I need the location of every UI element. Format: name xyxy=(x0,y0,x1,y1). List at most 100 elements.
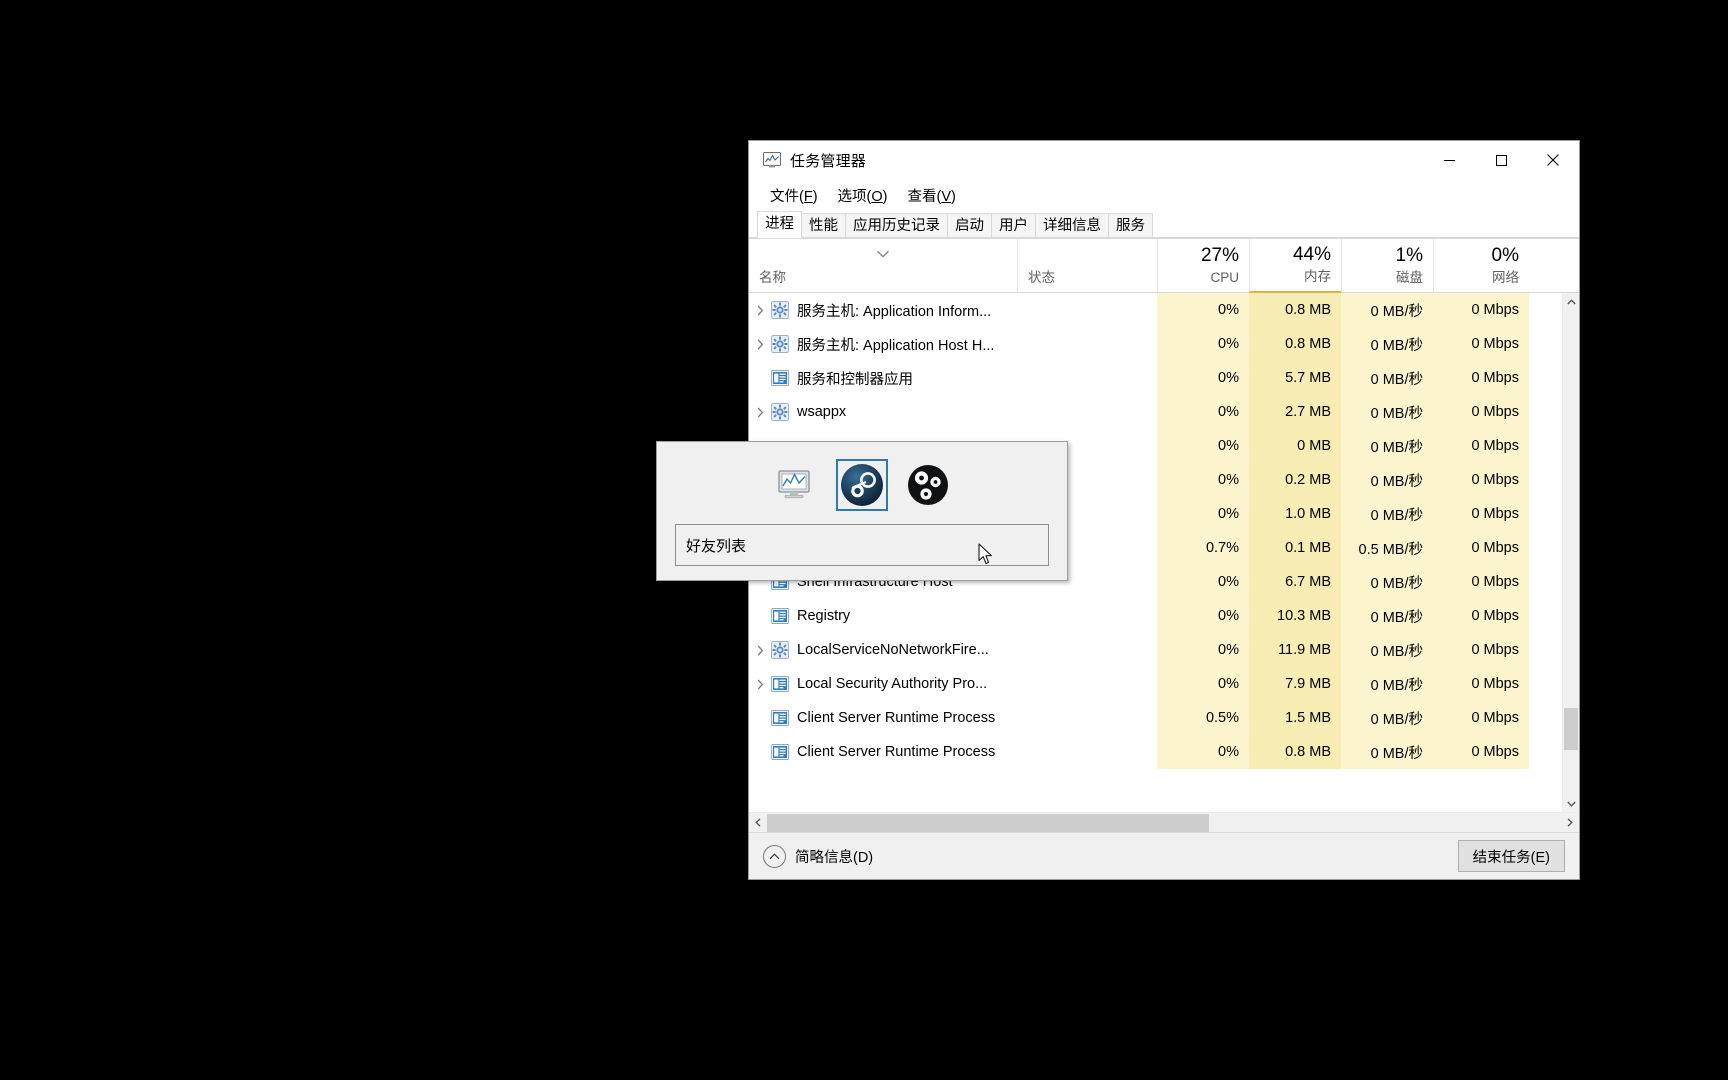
tab-3[interactable]: 启动 xyxy=(947,213,992,238)
cell-net: 0 Mbps xyxy=(1433,361,1529,395)
column-label-disk: 磁盘 xyxy=(1396,270,1423,285)
cell-name: LocalServiceNoNetworkFire... xyxy=(749,633,1017,667)
cell-mem: 0.8 MB xyxy=(1249,735,1341,769)
column-header-net[interactable]: 0% 网络 xyxy=(1433,239,1529,292)
menu-file[interactable]: 文件(F) xyxy=(761,182,827,209)
cell-cpu: 0% xyxy=(1157,429,1249,463)
expand-chevron-icon[interactable] xyxy=(749,305,771,316)
table-row[interactable]: 服务和控制器应用 0% 5.7 MB 0 MB/秒 0 Mbps xyxy=(749,361,1562,395)
scroll-left-button[interactable] xyxy=(749,813,767,833)
column-label-status: 状态 xyxy=(1028,270,1055,285)
window-icon xyxy=(771,675,789,693)
tab-5[interactable]: 详细信息 xyxy=(1035,213,1109,238)
process-net-value: 0 Mbps xyxy=(1471,642,1519,658)
menu-view[interactable]: 查看(V) xyxy=(899,182,965,209)
column-header-status[interactable]: 状态 xyxy=(1017,239,1157,292)
close-button[interactable] xyxy=(1527,141,1579,179)
title-bar[interactable]: 任务管理器 xyxy=(749,141,1579,179)
column-header-mem[interactable]: 44% 内存 xyxy=(1249,239,1341,293)
process-mem-value: 1.5 MB xyxy=(1285,710,1331,726)
table-row[interactable]: Client Server Runtime Process 0% 0.8 MB 0 M… xyxy=(749,735,1562,769)
cell-mem: 0 MB xyxy=(1249,429,1341,463)
cell-net: 0 Mbps xyxy=(1433,599,1529,633)
cell-net: 0 Mbps xyxy=(1433,633,1529,667)
expand-chevron-icon[interactable] xyxy=(749,645,771,656)
tab-2[interactable]: 应用历史记录 xyxy=(845,213,948,238)
cell-name: 服务和控制器应用 xyxy=(749,361,1017,395)
process-mem-value: 2.7 MB xyxy=(1285,404,1331,420)
process-name: 服务主机: Application Host H... xyxy=(797,337,995,354)
expand-chevron-icon[interactable] xyxy=(749,339,771,350)
horizontal-scrollbar-thumb[interactable] xyxy=(767,813,1209,832)
cell-cpu: 0% xyxy=(1157,327,1249,361)
cell-mem: 0.8 MB xyxy=(1249,293,1341,327)
cell-name: Registry xyxy=(749,599,1017,633)
cell-disk: 0 MB/秒 xyxy=(1341,327,1433,361)
process-name: Client Server Runtime Process xyxy=(797,744,996,760)
table-row[interactable]: 服务主机: Application Inform... 0% 0.8 MB 0 MB/… xyxy=(749,293,1562,327)
cell-net: 0 Mbps xyxy=(1433,667,1529,701)
expand-chevron-icon[interactable] xyxy=(749,407,771,418)
menu-view-mnemonic: V xyxy=(941,188,952,205)
scroll-right-button[interactable] xyxy=(1561,813,1579,833)
process-net-value: 0 Mbps xyxy=(1471,370,1519,386)
table-row[interactable]: LocalServiceNoNetworkFire... 0% 11.9 MB 0 M… xyxy=(749,633,1562,667)
column-header-name[interactable]: 名称 xyxy=(749,239,1017,292)
table-row[interactable]: 服务主机: Application Host H... 0% 0.8 MB 0 MB/… xyxy=(749,327,1562,361)
process-net-value: 0 Mbps xyxy=(1471,540,1519,556)
scroll-up-button[interactable] xyxy=(1563,293,1579,310)
status-bar: 简略信息(D) 结束任务(E) xyxy=(749,832,1579,879)
switcher-item-task-manager[interactable] xyxy=(770,459,822,511)
table-row[interactable]: Registry 0% 10.3 MB 0 MB/秒 0 Mbps xyxy=(749,599,1562,633)
process-mem-value: 7.9 MB xyxy=(1285,676,1331,692)
cell-mem: 11.9 MB xyxy=(1249,633,1341,667)
switcher-item-steam[interactable] xyxy=(836,459,888,511)
process-net-value: 0 Mbps xyxy=(1471,744,1519,760)
cell-disk: 0 MB/秒 xyxy=(1341,667,1433,701)
table-row[interactable]: Local Security Authority Pro... 0% 7.9 MB 0… xyxy=(749,667,1562,701)
process-mem-value: 0.8 MB xyxy=(1285,302,1331,318)
scroll-down-button[interactable] xyxy=(1563,795,1579,812)
table-row[interactable]: Client Server Runtime Process 0.5% 1.5 MB 0… xyxy=(749,701,1562,735)
tab-1[interactable]: 性能 xyxy=(801,213,846,238)
process-cpu-value: 0% xyxy=(1218,744,1239,760)
minimize-button[interactable] xyxy=(1423,141,1475,179)
column-header-row: 名称 状态 27% CPU 44% 内存 1% 磁盘 0% 网络 xyxy=(749,239,1579,293)
column-header-cpu[interactable]: 27% CPU xyxy=(1157,239,1249,292)
cell-disk: 0 MB/秒 xyxy=(1341,463,1433,497)
cell-disk: 0.5 MB/秒 xyxy=(1341,531,1433,565)
tab-6[interactable]: 服务 xyxy=(1108,213,1153,238)
fewer-details-button[interactable]: 简略信息(D) xyxy=(763,844,873,868)
menu-options[interactable]: 选项(O) xyxy=(829,182,897,209)
switcher-item-obs[interactable] xyxy=(902,459,954,511)
cell-mem: 5.7 MB xyxy=(1249,361,1341,395)
column-header-disk[interactable]: 1% 磁盘 xyxy=(1341,239,1433,292)
obs-icon xyxy=(908,465,948,505)
end-task-button[interactable]: 结束任务(E) xyxy=(1457,840,1565,872)
cell-disk: 0 MB/秒 xyxy=(1341,633,1433,667)
table-row[interactable]: wsappx 0% 2.7 MB 0 MB/秒 0 Mbps xyxy=(749,395,1562,429)
gear-icon xyxy=(771,403,789,421)
process-disk-value: 0.5 MB/秒 xyxy=(1358,541,1423,558)
switcher-icon-row xyxy=(657,442,1067,524)
maximize-button[interactable] xyxy=(1475,141,1527,179)
cell-cpu: 0% xyxy=(1157,667,1249,701)
tab-0[interactable]: 进程 xyxy=(757,211,802,238)
horizontal-scrollbar[interactable] xyxy=(749,812,1579,832)
cell-net: 0 Mbps xyxy=(1433,735,1529,769)
cell-status xyxy=(1017,633,1157,667)
process-name: Client Server Runtime Process xyxy=(797,710,996,726)
process-cpu-value: 0% xyxy=(1218,336,1239,352)
vertical-scrollbar-thumb[interactable] xyxy=(1564,708,1578,750)
process-disk-value: 0 MB/秒 xyxy=(1370,745,1423,762)
vertical-scrollbar[interactable] xyxy=(1562,293,1579,812)
cell-status xyxy=(1017,293,1157,327)
expand-chevron-icon[interactable] xyxy=(749,679,771,690)
process-net-value: 0 Mbps xyxy=(1471,302,1519,318)
cell-cpu: 0.5% xyxy=(1157,701,1249,735)
tab-4[interactable]: 用户 xyxy=(991,213,1036,238)
horizontal-scrollbar-track[interactable] xyxy=(767,813,1561,833)
process-mem-value: 10.3 MB xyxy=(1277,608,1331,624)
process-disk-value: 0 MB/秒 xyxy=(1370,303,1423,320)
process-net-value: 0 Mbps xyxy=(1471,608,1519,624)
